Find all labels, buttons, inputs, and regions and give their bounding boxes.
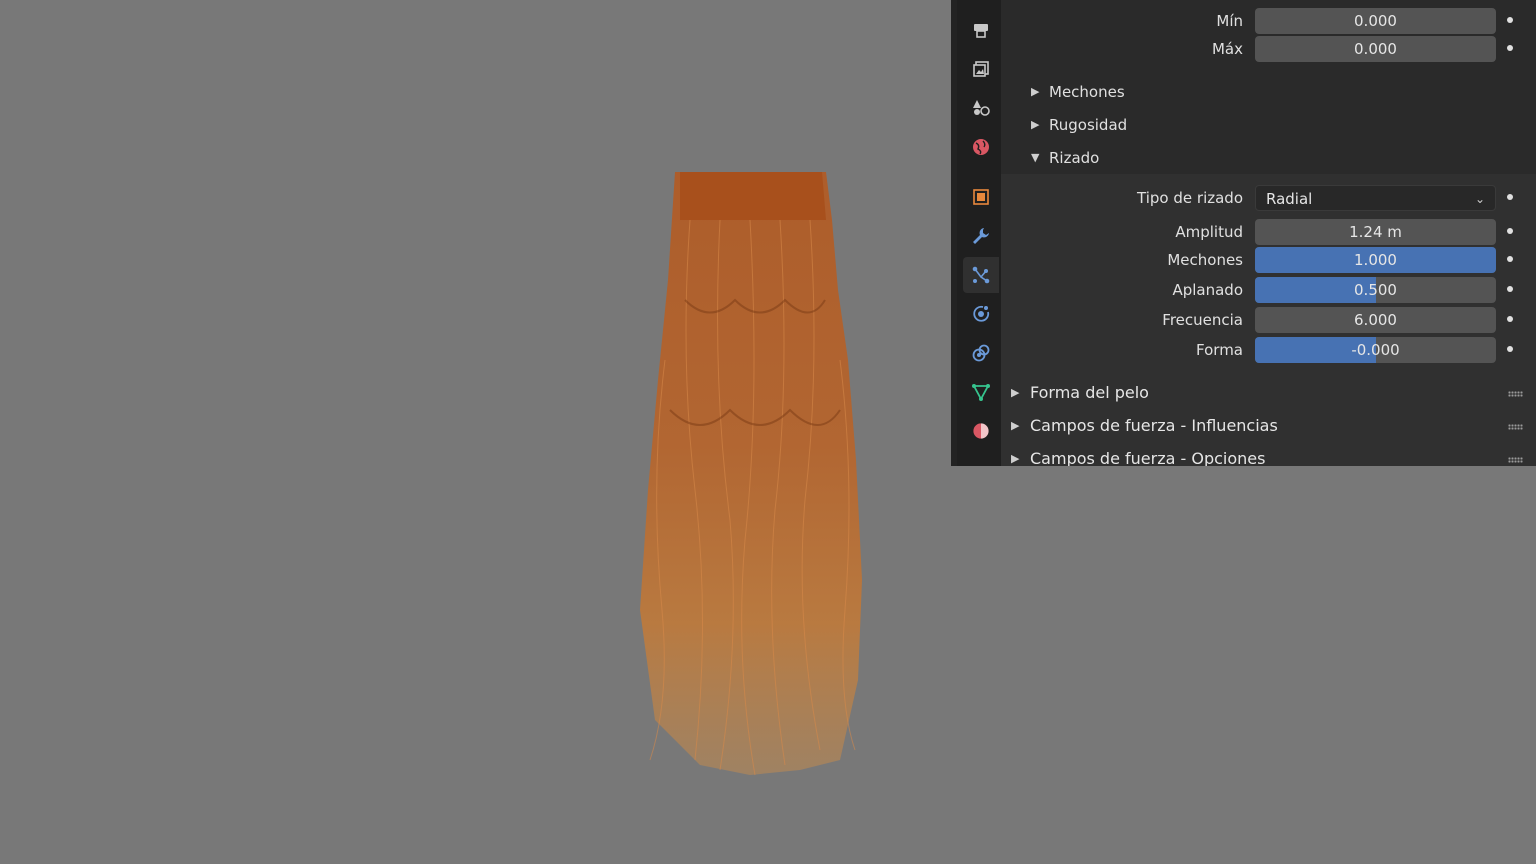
frecuencia-value: 6.000 (1354, 311, 1397, 329)
tipo-rizado-row: Tipo de rizado Radial ⌄ (1001, 185, 1536, 211)
keyframe-dot-icon[interactable] (1507, 45, 1513, 51)
keyframe-dot-icon[interactable] (1507, 346, 1513, 352)
subpanel-rugosidad-header[interactable]: ▶ Rugosidad (1001, 110, 1536, 140)
max-field[interactable]: 0.000 (1255, 36, 1496, 62)
tipo-rizado-dropdown[interactable]: Radial ⌄ (1255, 185, 1496, 211)
max-row: Máx 0.000 (1001, 36, 1536, 62)
tab-material[interactable] (963, 413, 999, 449)
forma-slider[interactable]: -0.000 (1255, 337, 1496, 363)
amplitud-label: Amplitud (1175, 223, 1243, 241)
object-icon (973, 189, 989, 205)
keyframe-dot-icon[interactable] (1507, 228, 1513, 234)
drag-handle-icon[interactable] (1508, 457, 1523, 463)
tab-particles[interactable] (963, 257, 999, 293)
panel-campos-opciones[interactable]: ▶ Campos de fuerza - Opciones (1001, 443, 1536, 466)
image-view-layer-icon (973, 61, 989, 77)
printer-output-icon (974, 24, 988, 38)
tipo-rizado-label: Tipo de rizado (1137, 189, 1243, 207)
mechones-slider[interactable]: 1.000 (1255, 247, 1496, 273)
hair-particle-render (640, 172, 862, 776)
subpanel-mechones-header[interactable]: ▶ Mechones (1001, 77, 1536, 107)
collapsed-arrow-icon: ▶ (1031, 118, 1040, 131)
scene-icon (973, 100, 990, 116)
max-label: Máx (1211, 40, 1243, 58)
wrench-modifier-icon (973, 228, 989, 244)
keyframe-dot-icon[interactable] (1507, 17, 1513, 23)
aplanado-value: 0.500 (1354, 281, 1397, 299)
aplanado-label: Aplanado (1172, 281, 1243, 299)
amplitud-value: 1.24 m (1349, 223, 1402, 241)
keyframe-dot-icon[interactable] (1507, 316, 1513, 322)
tab-object[interactable] (963, 179, 999, 215)
drag-handle-icon[interactable] (1508, 424, 1523, 430)
tab-view-layer[interactable] (963, 51, 999, 87)
min-label: Mín (1216, 12, 1243, 30)
max-value: 0.000 (1354, 40, 1397, 58)
properties-tab-bar (957, 0, 1001, 466)
material-icon (972, 422, 990, 440)
properties-editor: Mín 0.000 Máx 0.000 ▶ Mechones ▶ Rugosid… (951, 0, 1536, 466)
constraints-icon (972, 344, 990, 362)
subpanel-rizado-header[interactable]: ▼ Rizado (1001, 143, 1536, 173)
subpanel-mechones-title: Mechones (1049, 83, 1125, 101)
world-icon (973, 139, 989, 155)
amplitud-row: Amplitud 1.24 m (1001, 219, 1536, 245)
panel-title: Campos de fuerza - Opciones (1030, 449, 1266, 466)
physics-icon (973, 305, 990, 322)
panel-title: Campos de fuerza - Influencias (1030, 416, 1278, 435)
frecuencia-label: Frecuencia (1162, 311, 1243, 329)
mechones-value: 1.000 (1354, 251, 1397, 269)
panel-title: Forma del pelo (1030, 383, 1149, 402)
tab-world[interactable] (963, 129, 999, 165)
frecuencia-field[interactable]: 6.000 (1255, 307, 1496, 333)
tab-output[interactable] (963, 12, 999, 48)
tab-object-data[interactable] (963, 374, 999, 410)
data-mesh-icon (972, 384, 990, 401)
min-row: Mín 0.000 (1001, 8, 1536, 34)
forma-row: Forma -0.000 (1001, 337, 1536, 363)
panel-forma-del-pelo[interactable]: ▶ Forma del pelo (1001, 377, 1536, 407)
drag-handle-icon[interactable] (1508, 391, 1523, 397)
particles-icon (972, 266, 990, 284)
mechones-label: Mechones (1167, 251, 1243, 269)
aplanado-row: Aplanado 0.500 (1001, 277, 1536, 303)
keyframe-dot-icon[interactable] (1507, 256, 1513, 262)
subpanel-rugosidad-title: Rugosidad (1049, 116, 1128, 134)
forma-label: Forma (1196, 341, 1243, 359)
collapsed-arrow-icon: ▶ (1011, 419, 1020, 432)
collapsed-arrow-icon: ▶ (1011, 386, 1020, 399)
chevron-down-icon: ⌄ (1474, 192, 1485, 206)
amplitud-field[interactable]: 1.24 m (1255, 219, 1496, 245)
properties-content: Mín 0.000 Máx 0.000 ▶ Mechones ▶ Rugosid… (1001, 0, 1536, 466)
subpanel-rizado-title: Rizado (1049, 149, 1100, 167)
aplanado-slider[interactable]: 0.500 (1255, 277, 1496, 303)
collapsed-arrow-icon: ▶ (1031, 85, 1040, 98)
mechones-row: Mechones 1.000 (1001, 247, 1536, 273)
frecuencia-row: Frecuencia 6.000 (1001, 307, 1536, 333)
keyframe-dot-icon[interactable] (1507, 286, 1513, 292)
keyframe-dot-icon[interactable] (1507, 194, 1513, 200)
min-value: 0.000 (1354, 12, 1397, 30)
collapsed-arrow-icon: ▶ (1011, 452, 1020, 465)
tab-constraints[interactable] (963, 335, 999, 371)
min-field[interactable]: 0.000 (1255, 8, 1496, 34)
tab-modifiers[interactable] (963, 218, 999, 254)
tab-physics[interactable] (963, 296, 999, 332)
panel-campos-influencias[interactable]: ▶ Campos de fuerza - Influencias (1001, 410, 1536, 440)
tipo-rizado-value: Radial (1266, 190, 1313, 208)
forma-value: -0.000 (1351, 341, 1400, 359)
tab-scene[interactable] (963, 90, 999, 126)
expanded-arrow-icon: ▼ (1031, 151, 1040, 164)
